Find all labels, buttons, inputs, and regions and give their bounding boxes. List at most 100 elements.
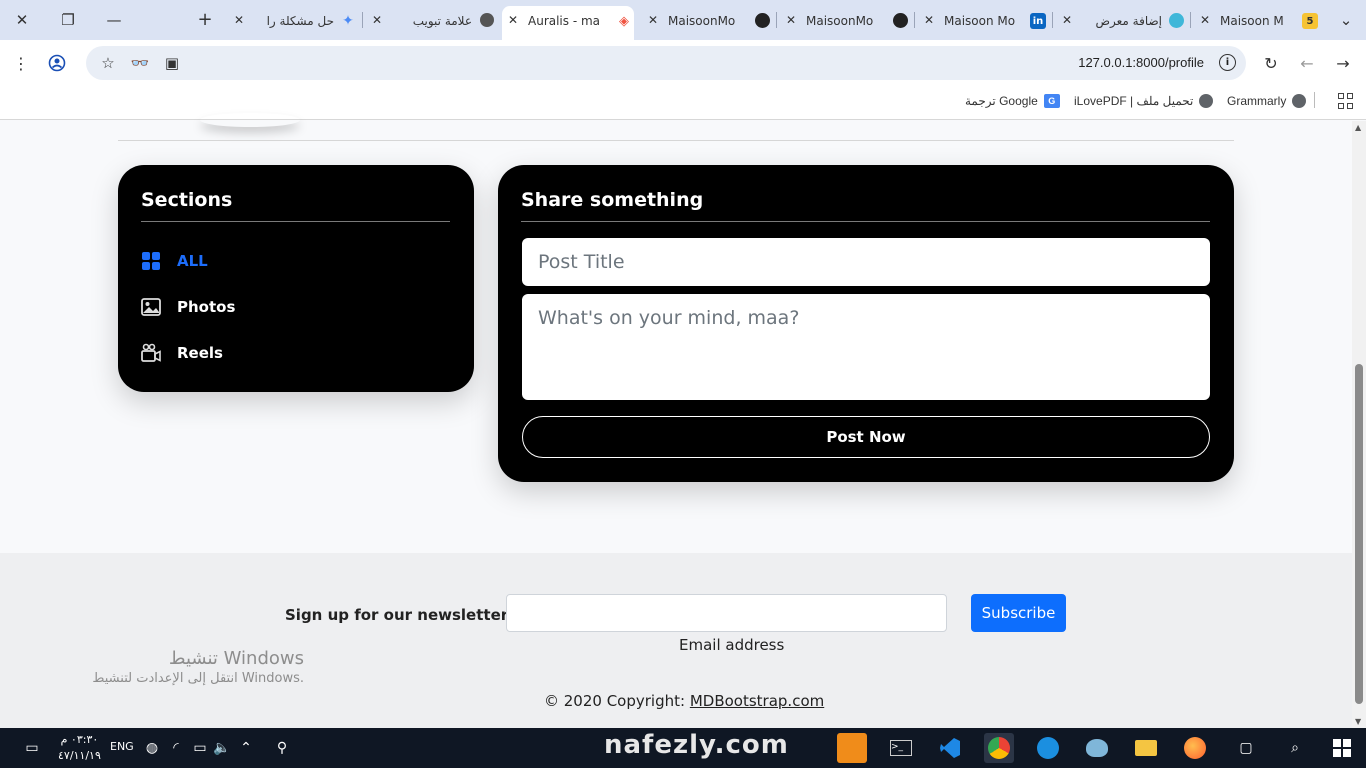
windows-activation-watermark: تنشيط Windows انتقل إلى الإعدادت لتنشيط … (0, 648, 304, 686)
bookmark-ilovepdf[interactable]: iLovePDF | تحميل ملف (1074, 94, 1214, 108)
github-icon (893, 13, 908, 28)
tab-7[interactable]: ✕ علامة تبويب (366, 6, 496, 36)
site-info-icon[interactable]: i (1219, 54, 1236, 71)
extension-icon[interactable]: ▣ (162, 53, 182, 73)
profile-avatar-shadow (200, 113, 300, 127)
profile-divider (118, 140, 1234, 141)
network-icon[interactable]: ◍ (140, 736, 164, 760)
image-icon (141, 298, 161, 316)
newsletter-email-input[interactable] (506, 594, 947, 632)
copyright-link[interactable]: MDBootstrap.com (690, 692, 824, 710)
reload-icon[interactable]: ↻ (1260, 52, 1282, 74)
section-item-all[interactable]: ALL (141, 251, 208, 271)
scroll-down-icon[interactable]: ▼ (1355, 717, 1361, 726)
chrome-taskbar-icon[interactable] (984, 733, 1014, 763)
bookmark-label: Grammarly (1227, 94, 1287, 108)
sections-divider (141, 221, 450, 222)
post-body-textarea[interactable]: What's on your mind, maa? (522, 294, 1210, 400)
xampp-icon[interactable] (837, 733, 867, 763)
firefox-icon[interactable] (1180, 733, 1210, 763)
terminal-icon[interactable]: >_ (886, 733, 916, 763)
incognito-icon[interactable]: 👓 (130, 53, 150, 73)
section-item-reels[interactable]: Reels (141, 343, 223, 363)
notifications-icon[interactable]: ▭ (20, 736, 44, 760)
section-item-label: Photos (177, 298, 236, 316)
wifi-icon[interactable]: ◜ (164, 736, 188, 760)
tab-close-icon[interactable]: ✕ (786, 13, 796, 27)
tab-title: MaisoonMo (668, 14, 736, 28)
bookmark-separator (1314, 92, 1315, 108)
vscode-icon[interactable] (935, 733, 965, 763)
nafezly-watermark: nafezly.com (604, 730, 789, 760)
tab-4[interactable]: ✕ MaisoonMo (780, 6, 910, 36)
tab-strip: ✕ ❐ — + ✕ حل مشكلة را ✦ ✕ علامة تبويب ✕ … (0, 0, 1366, 40)
tab-separator (776, 12, 777, 28)
minimize-window-icon[interactable]: — (102, 8, 126, 32)
battery-icon[interactable]: ▭ (188, 736, 212, 760)
email-help-text: Email address (679, 636, 785, 654)
paint-icon[interactable] (1082, 733, 1112, 763)
copyright-prefix: © 2020 Copyright: (544, 692, 690, 710)
file-explorer-icon[interactable] (1131, 733, 1161, 763)
linkedin-icon: in (1030, 13, 1046, 29)
tab-title: إضافة معرض (1095, 14, 1162, 28)
post-title-input[interactable]: Post Title (522, 238, 1210, 286)
tab-close-icon[interactable]: ✕ (372, 13, 382, 27)
newsletter-label: Sign up for our newsletter (285, 606, 509, 624)
bookmark-grammarly[interactable]: Grammarly (1227, 94, 1307, 108)
url-text[interactable]: 127.0.0.1:8000/profile (1078, 55, 1204, 70)
clock-time: ٠٣:٣٠ م (60, 733, 99, 746)
taskbar-clock[interactable]: ٠٣:٣٠ م ٤٧/١١/١٩ (58, 732, 101, 764)
tab-close-icon[interactable]: ✕ (1062, 13, 1072, 27)
tab-search-chevron-icon[interactable]: ⌄ (1334, 8, 1358, 32)
page-content: Sections ALL Photos Reels Share somethin… (0, 121, 1352, 728)
back-arrow-icon[interactable]: ← (1296, 52, 1318, 74)
start-windows-icon[interactable] (1330, 736, 1354, 760)
section-item-photos[interactable]: Photos (141, 297, 235, 317)
tab-separator (362, 12, 363, 28)
section-item-label: Reels (177, 344, 223, 362)
scroll-up-icon[interactable]: ▲ (1355, 123, 1361, 132)
address-bar[interactable]: ☆ 👓 ▣ 127.0.0.1:8000/profile i (86, 46, 1246, 80)
volume-icon[interactable]: 🔈 (210, 736, 234, 760)
tab-6-active[interactable]: ✕ Auralis - ma ◈ (502, 6, 634, 40)
google-translate-icon: G (1043, 94, 1060, 108)
bookmark-google-translate[interactable]: ترجمة Google G (965, 94, 1060, 108)
language-indicator[interactable]: ENG (110, 740, 134, 753)
tab-close-icon[interactable]: ✕ (924, 13, 934, 27)
subscribe-button[interactable]: Subscribe (971, 594, 1066, 632)
tab-close-icon[interactable]: ✕ (648, 13, 658, 27)
profile-icon[interactable] (46, 52, 68, 74)
tab-5[interactable]: ✕ MaisoonMo (642, 6, 772, 36)
tab-1[interactable]: ✕ Maisoon M 5 (1194, 6, 1320, 36)
forward-arrow-icon[interactable]: → (1332, 52, 1354, 74)
share-card: Share something Post Title What's on you… (498, 165, 1234, 482)
search-icon[interactable]: ⌕ (1283, 736, 1307, 760)
page-scrollbar[interactable]: ▲ ▼ (1352, 121, 1366, 728)
bookmark-star-icon[interactable]: ☆ (98, 53, 118, 73)
people-icon[interactable]: ⚲ (270, 736, 294, 760)
close-window-icon[interactable]: ✕ (10, 8, 34, 32)
post-now-button[interactable]: Post Now (522, 416, 1210, 458)
restore-window-icon[interactable]: ❐ (56, 8, 80, 32)
menu-kebab-icon[interactable]: ⋮ (10, 52, 32, 74)
tab-3[interactable]: ✕ Maisoon Mo in (918, 6, 1048, 36)
tray-chevron-icon[interactable]: ⌃ (234, 736, 258, 760)
tab-title: Auralis - ma (528, 14, 601, 28)
tab-2[interactable]: ✕ إضافة معرض (1056, 6, 1186, 36)
tab-close-icon[interactable]: ✕ (508, 13, 518, 27)
tab-8[interactable]: ✕ حل مشكلة را ✦ (228, 6, 358, 36)
tab-title: Maisoon Mo (944, 14, 1016, 28)
tab-title: MaisoonMo (806, 14, 874, 28)
watermark-title: تنشيط Windows (168, 648, 304, 669)
edge-icon[interactable] (1033, 733, 1063, 763)
bookmark-label: iLovePDF | تحميل ملف (1074, 94, 1194, 108)
apps-grid-icon[interactable] (1338, 93, 1354, 109)
circle-app-icon (1169, 13, 1184, 28)
scrollbar-thumb[interactable] (1355, 364, 1363, 704)
task-view-icon[interactable]: ▢ (1234, 736, 1258, 760)
new-tab-button[interactable]: + (194, 8, 216, 30)
globe-icon (1199, 94, 1214, 108)
tab-close-icon[interactable]: ✕ (1200, 13, 1210, 27)
tab-close-icon[interactable]: ✕ (234, 13, 244, 27)
